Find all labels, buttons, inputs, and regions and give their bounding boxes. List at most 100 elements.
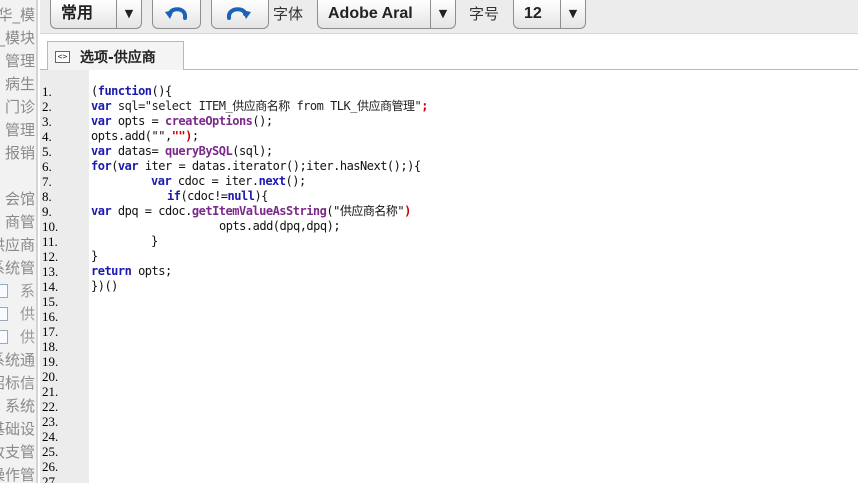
code-token: function: [97, 84, 152, 98]
sidebar-item[interactable]: 收支管: [0, 441, 35, 464]
sidebar-item[interactable]: 基础设: [0, 418, 35, 441]
code-token: ""): [171, 129, 193, 143]
line-number: 16.: [42, 309, 59, 324]
code-token: sql="select ITEM_供应商名称 from TLK_供应商管理": [111, 99, 422, 113]
sidebar-item[interactable]: 报销: [5, 142, 35, 165]
code-token: dpq = cdoc.: [111, 204, 192, 218]
sidebar-item[interactable]: 会馆: [5, 188, 35, 211]
sidebar-item[interactable]: 系统管: [0, 257, 35, 280]
style-select[interactable]: 常用 ▼: [50, 0, 142, 29]
code-token: }: [151, 234, 158, 248]
sidebar-item[interactable]: 管理: [5, 119, 35, 142]
document-icon: [0, 307, 8, 321]
sidebar-item[interactable]: 系统: [5, 395, 35, 418]
code-token: return: [91, 264, 132, 278]
code-token: })(): [91, 279, 118, 293]
sidebar-item[interactable]: 华_模: [0, 4, 35, 27]
undo-button[interactable]: [152, 0, 201, 29]
code-token: (: [111, 159, 118, 173]
code-line: var datas= queryBySQL(sql);: [91, 144, 273, 159]
line-number: 1.: [42, 84, 52, 99]
code-token: ): [404, 204, 411, 218]
redo-button[interactable]: [211, 0, 269, 29]
code-token: opts.add("",: [91, 129, 172, 143]
sidebar-item[interactable]: 操作管: [0, 464, 35, 483]
document-icon: [0, 330, 8, 344]
line-number: 15.: [42, 294, 59, 309]
redo-icon: [227, 7, 251, 20]
code-token: ("供应商名称": [326, 204, 405, 218]
line-number: 5.: [42, 144, 52, 159]
document-icon: [0, 284, 8, 298]
code-token: var: [117, 159, 139, 173]
line-number: 20.: [42, 369, 59, 384]
line-number: 12.: [42, 249, 59, 264]
sidebar-item[interactable]: 供: [20, 326, 35, 349]
line-number: 7.: [42, 174, 52, 189]
code-line: (function(){: [91, 84, 172, 99]
sidebar-item[interactable]: 门诊: [5, 96, 35, 119]
code-token: var: [91, 144, 112, 158]
line-number-gutter: 1. 2. 3. 4. 5. 6. 7. 8. 9. 10. 11. 12. 13. 14. 15. 16. 1…: [40, 70, 89, 483]
tab-label: 选项-供应商: [80, 50, 156, 66]
code-token: createOptions: [164, 114, 253, 128]
sidebar-item[interactable]: 供: [20, 303, 35, 326]
code-token: queryBySQL: [164, 144, 233, 158]
line-number: 22.: [42, 399, 59, 414]
line-number: 6.: [42, 159, 52, 174]
tab-strip: <> 选项-供应商: [40, 33, 858, 71]
sidebar-tree: 华_模_模块管理病生门诊管理报销会馆商管供应商系统管系供供系统通招标信系统基础设…: [0, 0, 38, 483]
sidebar-item[interactable]: 供应商: [0, 234, 35, 257]
line-number: 10.: [42, 219, 59, 234]
line-number: 27.: [42, 474, 59, 483]
code-token: (: [91, 84, 98, 98]
code-editor[interactable]: 1. 2. 3. 4. 5. 6. 7. 8. 9. 10. 11. 12. 13. 14. 15. 16. 1…: [40, 70, 858, 483]
line-number: 24.: [42, 429, 59, 444]
code-line: if(cdoc!=null){: [167, 189, 268, 204]
line-number: 18.: [42, 339, 59, 354]
undo-icon: [165, 7, 187, 20]
line-number: 9.: [42, 204, 52, 219]
code-line: var cdoc = iter.next();: [151, 174, 306, 189]
line-number: 14.: [42, 279, 59, 294]
sidebar-item[interactable]: 系统通: [0, 349, 35, 372]
tab-options-supplier[interactable]: <> 选项-供应商: [47, 41, 184, 71]
code-line: opts.add(dpq,dpq);: [219, 219, 341, 234]
code-line: return opts;: [91, 264, 172, 279]
chevron-down-icon[interactable]: ▼: [430, 0, 455, 28]
sidebar-item[interactable]: 商管: [5, 211, 35, 234]
font-select[interactable]: Adobe Aral ▼: [317, 0, 456, 29]
size-select[interactable]: 12 ▼: [513, 0, 586, 29]
code-token: iter = datas.iterator();iter.hasNext();)…: [138, 159, 421, 173]
sidebar-item[interactable]: 招标信: [0, 372, 35, 395]
code-token: if: [167, 189, 181, 203]
sidebar-item[interactable]: _模块: [0, 27, 35, 50]
code-line: var sql="select ITEM_供应商名称 from TLK_供应商管…: [91, 99, 428, 114]
code-token: for: [91, 159, 112, 173]
code-token: datas=: [111, 144, 165, 158]
style-select-value: 常用: [61, 5, 94, 22]
code-token: var: [151, 174, 172, 188]
size-select-value: 12: [524, 5, 542, 22]
code-token: opts;: [131, 264, 172, 278]
line-number: 8.: [42, 189, 52, 204]
line-number: 21.: [42, 384, 59, 399]
line-number: 4.: [42, 129, 52, 144]
line-number: 25.: [42, 444, 59, 459]
sidebar-item[interactable]: 系: [20, 280, 35, 303]
sidebar-item[interactable]: 病生: [5, 73, 35, 96]
code-token: null: [227, 189, 255, 203]
code-line: }: [91, 249, 98, 264]
code-line: var dpq = cdoc.getItemValueAsString("供应商…: [91, 204, 411, 219]
sidebar-item[interactable]: 管理: [5, 50, 35, 73]
line-number: 11.: [42, 234, 58, 249]
line-number: 17.: [42, 324, 59, 339]
code-token: (){: [151, 84, 173, 98]
line-number: 19.: [42, 354, 59, 369]
line-number: 2.: [42, 99, 52, 114]
code-token: var: [91, 204, 112, 218]
chevron-down-icon[interactable]: ▼: [116, 0, 141, 28]
code-token: ();: [285, 174, 307, 188]
chevron-down-icon[interactable]: ▼: [560, 0, 585, 28]
code-line: })(): [91, 279, 118, 294]
